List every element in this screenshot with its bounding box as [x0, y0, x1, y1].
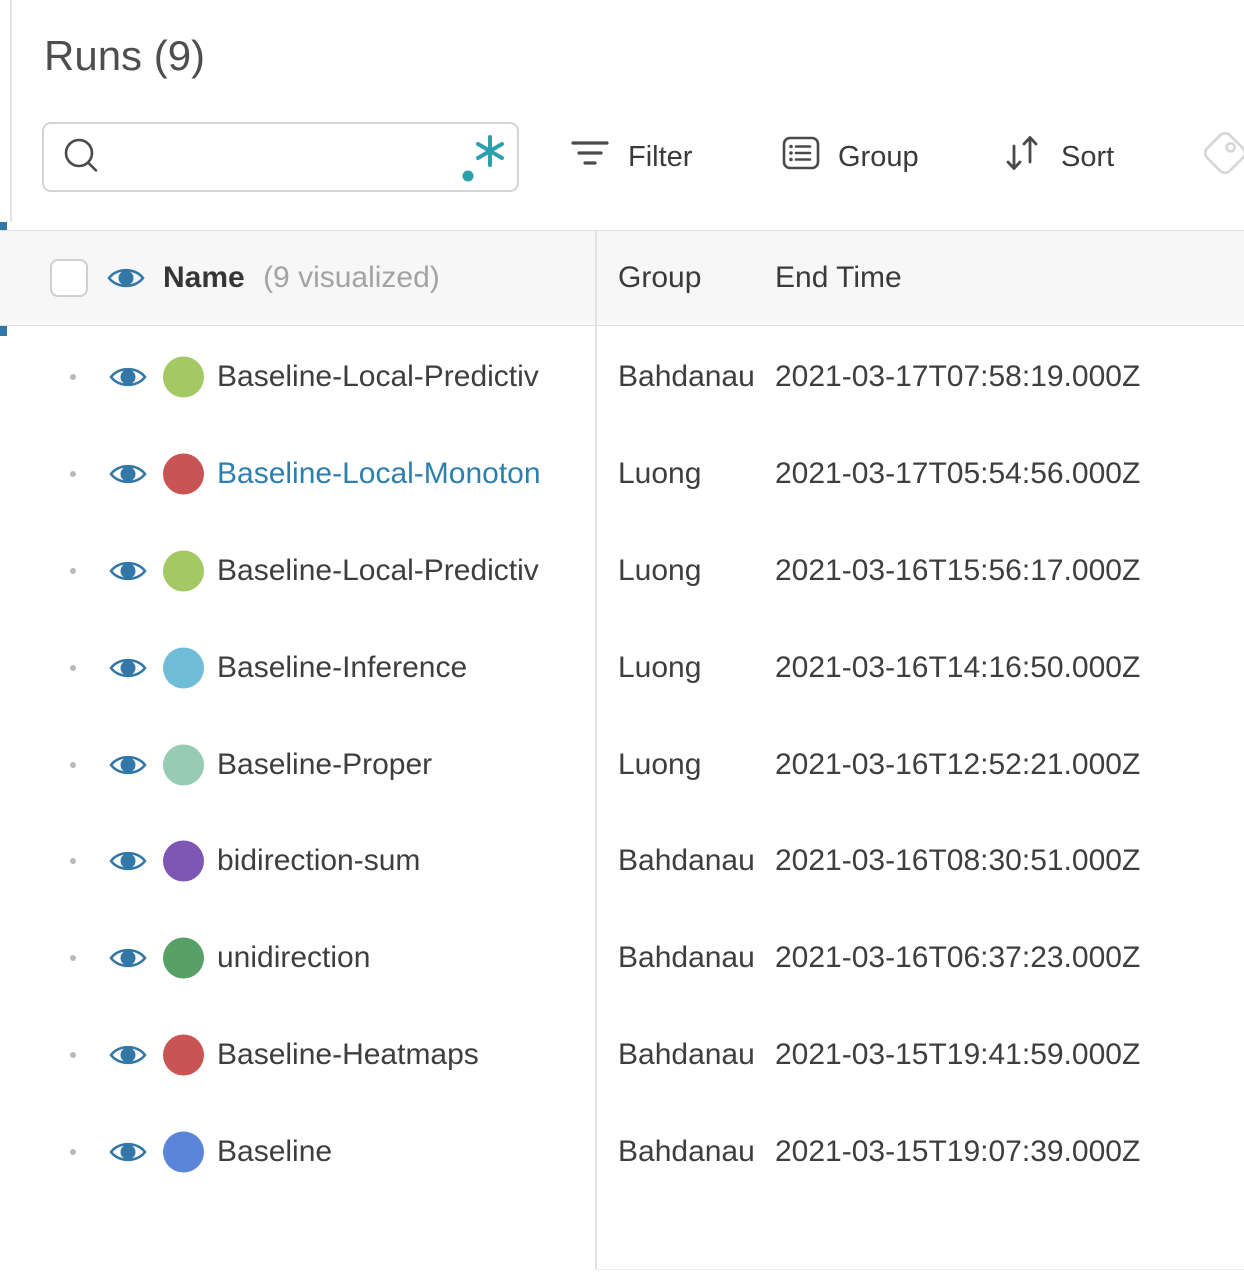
run-color-dot[interactable] [163, 937, 204, 979]
run-end-time: 2021-03-17T07:58:19.000Z [775, 360, 1141, 394]
visibility-eye-icon[interactable] [108, 751, 148, 779]
run-group: Luong [618, 457, 702, 491]
drag-handle[interactable] [70, 471, 76, 478]
run-row[interactable]: bidirection-sum Bahdanau 2021-03-16T08:3… [0, 813, 1244, 910]
search-box [42, 122, 519, 192]
drag-handle[interactable] [70, 761, 76, 768]
table-header: Name (9 visualized) Group End Time [0, 230, 1244, 326]
tag-button[interactable] [1196, 122, 1244, 192]
visibility-eye-icon[interactable] [108, 460, 148, 488]
sort-label: Sort [1061, 140, 1115, 173]
run-name[interactable]: Baseline-Local-Predictiv [217, 554, 539, 588]
run-color-dot[interactable] [163, 356, 204, 398]
visibility-eye-icon[interactable] [108, 363, 148, 391]
sort-button[interactable]: Sort [1003, 122, 1114, 192]
tag-icon [1196, 122, 1244, 192]
group-label: Group [838, 140, 919, 173]
name-column-header: Name (9 visualized) [163, 261, 440, 295]
run-color-dot[interactable] [163, 453, 204, 495]
run-row[interactable]: Baseline-Heatmaps Bahdanau 2021-03-15T19… [0, 1007, 1244, 1104]
run-group: Luong [618, 747, 702, 781]
run-group: Bahdanau [618, 844, 755, 878]
select-all-checkbox[interactable] [50, 259, 88, 297]
drag-handle[interactable] [70, 664, 76, 671]
run-group: Bahdanau [618, 360, 755, 394]
search-input[interactable] [104, 124, 459, 190]
run-end-time: 2021-03-16T06:37:23.000Z [775, 941, 1141, 975]
column-resize-handle[interactable] [595, 230, 597, 1270]
visibility-eye-icon[interactable] [108, 1041, 148, 1069]
panel-left-border [10, 0, 12, 222]
run-group: Bahdanau [618, 1037, 755, 1071]
drag-handle[interactable] [70, 955, 76, 962]
run-end-time: 2021-03-15T19:07:39.000Z [775, 1134, 1141, 1168]
drag-handle[interactable] [70, 858, 76, 865]
runs-panel: Runs (9) Filter Group Sort Name (9 visua… [0, 0, 1244, 1276]
run-name[interactable]: Baseline-Local-Predictiv [217, 360, 539, 394]
filter-button[interactable]: Filter [570, 122, 692, 192]
run-color-dot[interactable] [163, 744, 204, 786]
run-end-time: 2021-03-17T05:54:56.000Z [775, 457, 1141, 491]
visibility-all-eye-icon[interactable] [106, 264, 146, 292]
filter-icon [570, 140, 610, 174]
run-row[interactable]: Baseline-Local-Predictiv Luong 2021-03-1… [0, 523, 1244, 620]
run-group: Luong [618, 650, 702, 684]
run-row[interactable]: Baseline-Inference Luong 2021-03-16T14:1… [0, 619, 1244, 716]
page-title: Runs (9) [44, 32, 206, 79]
regex-toggle-icon[interactable] [459, 129, 505, 185]
run-name[interactable]: bidirection-sum [217, 844, 420, 878]
visibility-eye-icon[interactable] [108, 557, 148, 585]
run-name[interactable]: Baseline-Inference [217, 651, 467, 685]
run-row[interactable]: Baseline-Local-Predictiv Bahdanau 2021-0… [0, 329, 1244, 426]
run-end-time: 2021-03-16T14:16:50.000Z [775, 650, 1141, 684]
search-icon [60, 135, 104, 179]
run-row[interactable]: Baseline-Local-Monoton Luong 2021-03-17T… [0, 426, 1244, 523]
runs-rows: Baseline-Local-Predictiv Bahdanau 2021-0… [0, 329, 1244, 1200]
drag-handle[interactable] [70, 1148, 76, 1155]
group-icon [782, 136, 820, 178]
run-color-dot[interactable] [163, 550, 204, 592]
run-end-time: 2021-03-16T12:52:21.000Z [775, 747, 1141, 781]
run-color-dot[interactable] [163, 1034, 204, 1076]
run-name[interactable]: Baseline-Local-Monoton [217, 457, 541, 491]
group-column-header: Group [618, 261, 702, 294]
visibility-eye-icon[interactable] [108, 654, 148, 682]
run-name[interactable]: Baseline-Heatmaps [217, 1038, 479, 1072]
run-end-time: 2021-03-16T08:30:51.000Z [775, 844, 1141, 878]
run-name[interactable]: unidirection [217, 941, 370, 975]
visibility-eye-icon[interactable] [108, 944, 148, 972]
drag-handle[interactable] [70, 374, 76, 381]
run-color-dot[interactable] [163, 840, 204, 882]
table-bottom-border [595, 1269, 1244, 1270]
run-color-dot[interactable] [163, 1131, 204, 1173]
run-row[interactable]: Baseline-Proper Luong 2021-03-16T12:52:2… [0, 716, 1244, 813]
run-group: Luong [618, 553, 702, 587]
run-end-time: 2021-03-15T19:41:59.000Z [775, 1037, 1141, 1071]
run-color-dot[interactable] [163, 647, 204, 689]
run-end-time: 2021-03-16T15:56:17.000Z [775, 553, 1141, 587]
visibility-eye-icon[interactable] [108, 847, 148, 875]
filter-label: Filter [628, 140, 693, 173]
run-row[interactable]: Baseline Bahdanau 2021-03-15T19:07:39.00… [0, 1103, 1244, 1200]
run-name[interactable]: Baseline-Proper [217, 748, 432, 782]
run-group: Bahdanau [618, 941, 755, 975]
visibility-eye-icon[interactable] [108, 1138, 148, 1166]
run-row[interactable]: unidirection Bahdanau 2021-03-16T06:37:2… [0, 910, 1244, 1007]
end-time-column-header: End Time [775, 261, 902, 294]
drag-handle[interactable] [70, 1051, 76, 1058]
visualized-count-label: (9 visualized) [263, 261, 440, 294]
name-column-label: Name [163, 261, 245, 294]
drag-handle[interactable] [70, 567, 76, 574]
sort-icon [1003, 132, 1043, 182]
group-button[interactable]: Group [782, 122, 919, 192]
run-name[interactable]: Baseline [217, 1135, 332, 1169]
run-group: Bahdanau [618, 1134, 755, 1168]
